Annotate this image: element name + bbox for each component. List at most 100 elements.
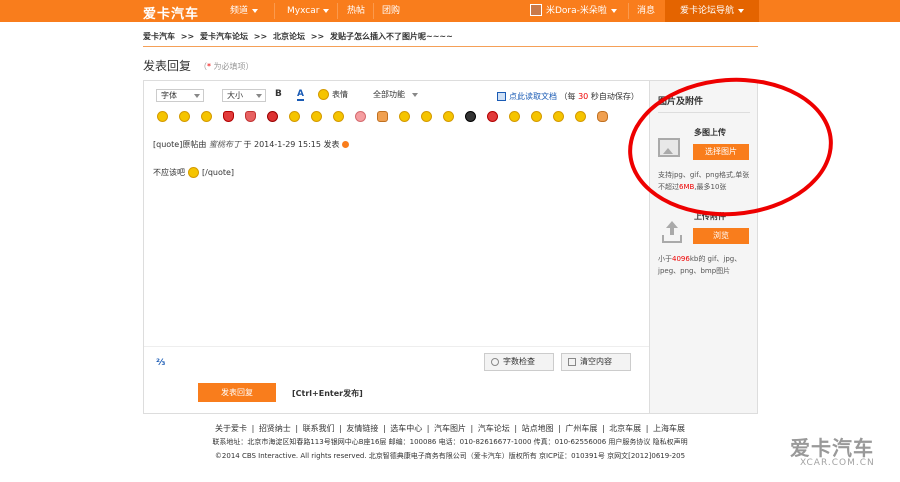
- confused-emoticon-icon[interactable]: [399, 111, 410, 122]
- chevron-down-icon: [610, 8, 617, 13]
- avatar[interactable]: [530, 4, 542, 16]
- shy-emoticon-icon[interactable]: [509, 111, 520, 122]
- smiley-icon: [188, 167, 199, 178]
- page-title: 发表回复: [143, 59, 192, 73]
- footer-separator: |: [558, 424, 561, 433]
- heart-emoticon-icon[interactable]: [223, 111, 234, 122]
- font-select[interactable]: 字体: [156, 89, 204, 102]
- surprised-emoticon-icon[interactable]: [531, 111, 542, 122]
- footer-link[interactable]: 联系我们: [303, 424, 335, 433]
- chevron-down-icon: [738, 8, 744, 13]
- breadcrumb-separator: >>: [180, 32, 195, 41]
- footer-separator: |: [295, 424, 299, 433]
- chevron-down-icon: [256, 94, 262, 98]
- required-note: （* 为必填项）: [199, 62, 254, 71]
- footer-link[interactable]: 北京车展: [609, 424, 641, 433]
- footer-separator: |: [470, 424, 474, 433]
- quote-header: [quote]原帖由 蜜桃布丁 于 2014-1-29 15:15 发表: [153, 139, 349, 150]
- upload-desc: 小于4096kb的 gif、jpg、jpeg、png、bmp图片: [658, 255, 742, 275]
- breadcrumb-home[interactable]: 爱卡汽车: [143, 32, 175, 41]
- footer-link[interactable]: 站点地图: [522, 424, 554, 433]
- site-logo[interactable]: 爱卡汽车: [143, 3, 199, 22]
- nav-group-buy[interactable]: 团购: [382, 0, 400, 22]
- submit-reply-button[interactable]: 发表回复: [198, 383, 276, 402]
- footer-separator: |: [251, 424, 255, 433]
- messages-link[interactable]: 消息: [637, 0, 655, 22]
- nav-channel[interactable]: 频道: [230, 0, 259, 22]
- smiley-icon: [318, 89, 329, 100]
- quote-body: 不应该吧 [/quote]: [153, 167, 235, 178]
- footer-link[interactable]: 广州车展: [565, 424, 597, 433]
- footer-link[interactable]: 汽车论坛: [478, 424, 510, 433]
- teeth-emoticon-icon[interactable]: [421, 111, 432, 122]
- editor-toolbar: 字体 大小 B A 表情 全部功能 点此读取文档 （每 30 秒自动保存）: [144, 81, 649, 106]
- reply-arrow-icon: [341, 141, 349, 148]
- clear-content-button[interactable]: 清空内容: [561, 353, 631, 371]
- footer-address: 联系地址：北京市海淀区知春路113号银网中心B座16层 邮编：100086 电话…: [212, 438, 688, 446]
- word-count-button[interactable]: 字数检查: [484, 353, 554, 371]
- laugh-emoticon-icon[interactable]: [289, 111, 300, 122]
- breadcrumb-thread[interactable]: 发贴子怎么插入不了图片呢~~~~: [330, 32, 453, 41]
- cry-emoticon-icon[interactable]: [201, 111, 212, 122]
- footer-separator: |: [601, 424, 605, 433]
- footer-separator: |: [339, 424, 342, 433]
- divider: [628, 3, 629, 19]
- all-functions-select[interactable]: 全部功能: [369, 89, 421, 102]
- read-doc-link[interactable]: 点此读取文档: [509, 92, 557, 101]
- footer-link[interactable]: 招贤纳士: [259, 424, 291, 433]
- footer-separator: |: [645, 424, 649, 433]
- footer-link[interactable]: 关于爱卡: [215, 424, 247, 433]
- footer-link[interactable]: 汽车图片: [434, 424, 466, 433]
- breadcrumb-forum[interactable]: 爱卡汽车论坛: [200, 32, 248, 41]
- editor-content[interactable]: [quote]原帖由 蜜桃布丁 于 2014-1-29 15:15 发表 不应该…: [144, 127, 649, 347]
- footer-link[interactable]: 上海车展: [653, 424, 685, 433]
- reply-editor: 字体 大小 B A 表情 全部功能 点此读取文档 （每 30 秒自动保存） [q…: [143, 80, 650, 414]
- divider: [143, 46, 758, 47]
- footer-separator: |: [426, 424, 430, 433]
- font-color-button[interactable]: A: [297, 89, 304, 101]
- watermark-logo: 爱卡汽车: [790, 436, 874, 460]
- breadcrumb-beijing-forum[interactable]: 北京论坛: [273, 32, 305, 41]
- footer-link[interactable]: 选车中心: [390, 424, 422, 433]
- rose-emoticon-icon[interactable]: [267, 111, 278, 122]
- magnifier-icon: [491, 358, 499, 366]
- food-emoticon-icon[interactable]: [597, 111, 608, 122]
- breadcrumb-separator: >>: [310, 32, 325, 41]
- angry-emoticon-icon[interactable]: [487, 111, 498, 122]
- watermark-url: XCAR.COM.CN: [800, 458, 875, 468]
- chevron-down-icon: [252, 8, 259, 13]
- user-menu[interactable]: 米Dora-米朵啦: [546, 0, 617, 22]
- smile-emoticon-icon[interactable]: [157, 111, 168, 122]
- autosave-info: 点此读取文档 （每 30 秒自动保存）: [497, 91, 639, 102]
- document-icon: [497, 92, 506, 101]
- emoticon-button[interactable]: 表情: [318, 89, 348, 100]
- footer-copyright: ©2014 CBS Interactive. All rights reserv…: [214, 452, 686, 460]
- pig-emoticon-icon[interactable]: [355, 111, 366, 122]
- nervous-emoticon-icon[interactable]: [553, 111, 564, 122]
- nav-hot-posts[interactable]: 热帖: [347, 0, 365, 22]
- breadcrumb: 爱卡汽车 >> 爱卡汽车论坛 >> 北京论坛 >> 发贴子怎么插入不了图片呢~~…: [143, 31, 456, 42]
- chevron-down-icon: [323, 8, 330, 13]
- footer-links: 关于爱卡 | 招贤纳士 | 联系我们 | 友情链接 | 选车中心 | 汽车图片 …: [0, 423, 900, 434]
- resize-editor-icon[interactable]: ⅔: [156, 358, 165, 368]
- broken-heart-emoticon-icon[interactable]: [245, 111, 256, 122]
- top-nav-bar: 爱卡汽车 频道 Myxcar 热帖 团购 米Dora-米朵啦 消息 爱卡论坛导航: [0, 0, 900, 22]
- smirk-emoticon-icon[interactable]: [575, 111, 586, 122]
- wink-emoticon-icon[interactable]: [443, 111, 454, 122]
- size-select[interactable]: 大小: [222, 89, 266, 102]
- tongue-emoticon-icon[interactable]: [179, 111, 190, 122]
- footer-link[interactable]: 友情链接: [346, 424, 378, 433]
- footer-separator: |: [382, 424, 386, 433]
- chevron-down-icon: [194, 94, 200, 98]
- divider: [373, 3, 374, 19]
- nav-myxcar[interactable]: Myxcar: [287, 0, 330, 22]
- thumb-emoticon-icon[interactable]: [377, 111, 388, 122]
- sunglasses-emoticon-icon[interactable]: [465, 111, 476, 122]
- upload-icon: [662, 221, 682, 243]
- grin-emoticon-icon[interactable]: [311, 111, 322, 122]
- browse-button[interactable]: 浏览: [693, 228, 749, 244]
- bold-button[interactable]: B: [275, 89, 282, 99]
- forum-nav-button[interactable]: 爱卡论坛导航: [665, 0, 759, 22]
- shortcut-hint: [Ctrl+Enter发布]: [292, 389, 363, 398]
- happy-emoticon-icon[interactable]: [333, 111, 344, 122]
